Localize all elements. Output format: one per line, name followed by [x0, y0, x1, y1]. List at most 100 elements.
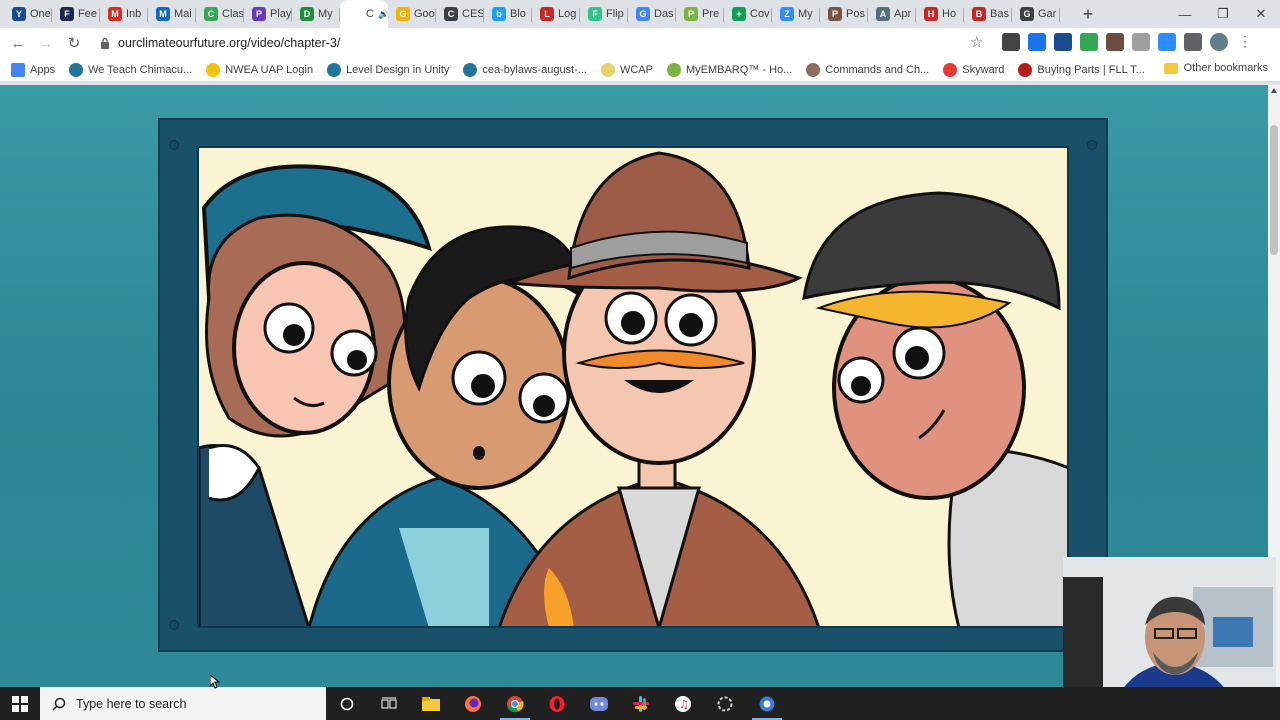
scroll-thumb[interactable] — [1270, 125, 1278, 255]
taskbar-slack[interactable] — [620, 687, 662, 720]
tab-title: Play — [270, 8, 292, 20]
extension-icon[interactable] — [1158, 33, 1176, 51]
bookmark-star-icon[interactable]: ☆ — [970, 33, 983, 51]
video-player[interactable] — [158, 118, 1108, 652]
browser-tab[interactable]: P Pre — [676, 0, 724, 28]
url-text: ourclimateourfuture.org/video/chapter-3/ — [118, 36, 341, 50]
bookmark-favicon-icon — [206, 62, 221, 77]
bookmark-item[interactable]: Skyward — [936, 62, 1011, 77]
browser-tab[interactable]: F Flip — [580, 0, 628, 28]
menu-kebab-icon[interactable]: ⋮ — [1236, 33, 1254, 51]
bookmark-favicon-icon — [806, 62, 821, 77]
windows-logo-icon — [12, 695, 28, 712]
task-view-button[interactable] — [368, 687, 410, 720]
start-button[interactable] — [0, 687, 40, 720]
browser-tab[interactable]: P Play — [244, 0, 292, 28]
lock-icon[interactable] — [100, 37, 110, 49]
tab-favicon-icon: P — [828, 7, 842, 21]
bookmark-item[interactable]: NWEA UAP Login — [199, 62, 320, 77]
tab-favicon-icon: G — [1020, 7, 1034, 21]
tab-title: C — [366, 8, 374, 20]
media-controls-icon[interactable] — [1184, 33, 1202, 51]
scroll-up-arrow[interactable] — [1271, 88, 1277, 93]
bookmark-favicon-icon — [69, 62, 84, 77]
restore-button[interactable]: ❐ — [1204, 0, 1242, 28]
taskbar-opera[interactable] — [536, 687, 578, 720]
new-tab-button[interactable]: + — [1074, 0, 1102, 28]
minimize-button[interactable]: — — [1166, 0, 1204, 28]
reload-button[interactable]: ↻ — [60, 29, 88, 57]
browser-tab[interactable]: A Apr — [868, 0, 916, 28]
file-explorer-icon — [422, 696, 440, 711]
tab-title: One — [30, 8, 51, 20]
taskbar-chrome[interactable] — [494, 687, 536, 720]
tab-favicon-icon: C — [204, 7, 218, 21]
taskbar-firefox[interactable] — [452, 687, 494, 720]
taskbar-search-box[interactable]: Type here to search — [40, 687, 326, 720]
tab-title: Bas — [990, 8, 1009, 20]
music-icon: ♫ — [675, 695, 691, 712]
extension-icon[interactable] — [1106, 33, 1124, 51]
tab-favicon-icon: L — [540, 7, 554, 21]
bookmark-item[interactable]: Level Design in Unity — [320, 62, 456, 77]
tab-audio-icon[interactable]: 🔊 — [378, 9, 388, 20]
bookmark-item[interactable]: Apps — [4, 62, 62, 77]
bookmark-item[interactable]: MyEMBARQ™ - Ho... — [660, 62, 799, 77]
bookmark-label: MyEMBARQ™ - Ho... — [685, 63, 793, 76]
taskbar-loading-app[interactable] — [704, 687, 746, 720]
browser-tab[interactable]: C Clas — [196, 0, 244, 28]
address-bar[interactable]: ourclimateourfuture.org/video/chapter-3/ — [92, 30, 992, 56]
forward-button[interactable]: → — [32, 29, 60, 57]
video-frame-image[interactable] — [197, 146, 1069, 628]
bookmarks-bar: Apps We Teach Chimacu... NWEA UAP Login Lev… — [0, 58, 1280, 82]
folder-icon — [1163, 62, 1178, 74]
bookmark-label: cea-bylaws-august-... — [482, 63, 587, 76]
extension-icon[interactable] — [1054, 33, 1072, 51]
close-window-button[interactable]: ✕ — [1242, 0, 1280, 28]
browser-tab[interactable]: M Mai — [148, 0, 196, 28]
tab-title: Inb — [126, 8, 142, 20]
browser-tab[interactable]: G Goo — [388, 0, 436, 28]
cortana-button[interactable] — [326, 687, 368, 720]
extension-icon[interactable] — [1132, 33, 1150, 51]
browser-tab[interactable]: Z My — [772, 0, 820, 28]
other-bookmarks-label: Other bookmarks — [1183, 62, 1268, 74]
frame-rivet — [169, 620, 179, 630]
bookmark-favicon-icon — [943, 62, 958, 77]
browser-tab[interactable]: C🔊✕ — [340, 0, 388, 28]
extension-icon[interactable] — [1028, 33, 1046, 51]
bookmark-item[interactable]: Commands and Ch... — [799, 62, 936, 77]
svg-text:♫: ♫ — [679, 698, 689, 711]
browser-tab[interactable]: C CES — [436, 0, 484, 28]
slack-icon — [633, 695, 649, 712]
bookmark-item[interactable]: cea-bylaws-august-... — [456, 62, 594, 77]
browser-tab[interactable]: D My — [292, 0, 340, 28]
browser-tab[interactable]: b Blo — [484, 0, 532, 28]
browser-tab[interactable]: B Bas — [964, 0, 1012, 28]
browser-tab[interactable]: M Inb — [100, 0, 148, 28]
bookmark-label: Buying Parts | FLL T... — [1037, 63, 1145, 76]
bookmark-item[interactable]: WCAP — [594, 62, 660, 77]
browser-tab[interactable]: G Gar — [1012, 0, 1060, 28]
browser-tab[interactable]: P Pos — [820, 0, 868, 28]
tab-strip: Y One F Fee M Inb M Mai C Clas P Play D My C 🔊 ✕ G Goo C CES… — [0, 0, 1280, 28]
extension-icon[interactable] — [1002, 33, 1020, 51]
tab-title: CES — [462, 8, 484, 20]
bookmark-item[interactable]: Buying Parts | FLL T... — [1011, 62, 1151, 77]
browser-tab[interactable]: G Das — [628, 0, 676, 28]
taskbar-discord[interactable] — [578, 687, 620, 720]
extension-icon[interactable] — [1080, 33, 1098, 51]
browser-tab[interactable]: Y One — [4, 0, 52, 28]
profile-avatar[interactable] — [1210, 33, 1228, 51]
taskbar-file-explorer[interactable] — [410, 687, 452, 720]
browser-tab[interactable]: F Fee — [52, 0, 100, 28]
windows-taskbar: Type here to search ♫ — [0, 687, 1280, 720]
browser-tab[interactable]: + Cov — [724, 0, 772, 28]
browser-tab[interactable]: H Ho — [916, 0, 964, 28]
bookmark-item[interactable]: We Teach Chimacu... — [62, 62, 199, 77]
other-bookmarks-folder[interactable]: Other bookmarks — [1163, 62, 1268, 74]
back-button[interactable]: ← — [4, 29, 32, 57]
taskbar-recorder[interactable] — [746, 687, 788, 720]
browser-tab[interactable]: L Log — [532, 0, 580, 28]
taskbar-itunes[interactable]: ♫ — [662, 687, 704, 720]
